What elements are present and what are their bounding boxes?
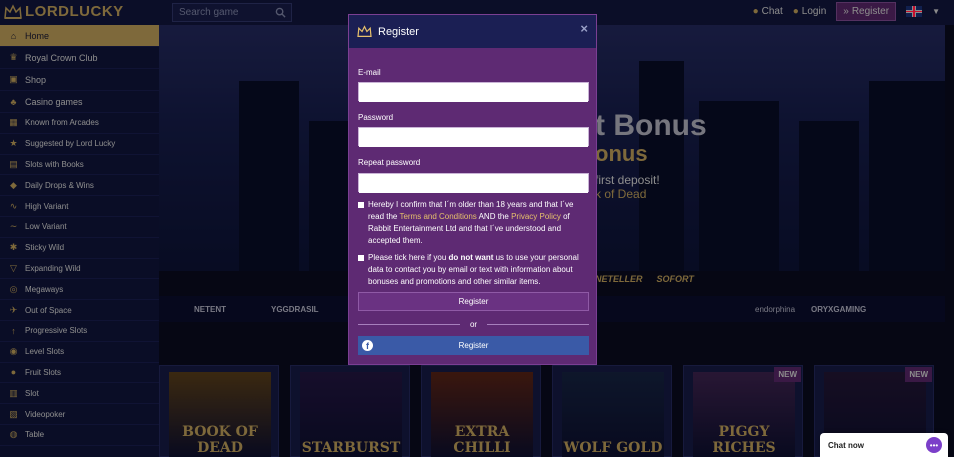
- repeat-password-field-wrap[interactable]: [358, 173, 589, 193]
- modal-header: Register ×: [349, 15, 596, 48]
- optout-text: Please tick here if you do not want us t…: [368, 252, 589, 288]
- email-field-wrap[interactable]: [358, 82, 589, 102]
- facebook-register-label: Register: [458, 341, 489, 350]
- optout-text-prefix: Please tick here if you: [368, 253, 449, 262]
- consent-text: Hereby I confirm that I´m older than 18 …: [368, 199, 589, 247]
- consent-checkbox[interactable]: [358, 202, 364, 208]
- or-label: or: [469, 319, 478, 329]
- repeat-password-field[interactable]: [359, 175, 588, 193]
- optout-checkbox[interactable]: [358, 255, 364, 261]
- register-submit-button[interactable]: Register: [358, 292, 589, 311]
- or-divider: or: [358, 318, 589, 330]
- terms-link[interactable]: Terms and Conditions: [399, 212, 476, 221]
- privacy-link[interactable]: Privacy Policy: [511, 212, 561, 221]
- password-field-wrap[interactable]: [358, 127, 589, 147]
- consent-row: Hereby I confirm that I´m older than 18 …: [358, 199, 589, 247]
- repeat-password-label: Repeat password: [358, 158, 421, 167]
- chat-bubble-icon[interactable]: •••: [926, 437, 942, 453]
- modal-title: Register: [378, 25, 419, 38]
- crown-icon: [357, 25, 372, 37]
- chat-widget[interactable]: Chat now •••: [820, 433, 948, 457]
- consent-text-mid: AND the: [476, 212, 512, 221]
- modal-body: E-mail Password Repeat password Hereby I…: [349, 48, 596, 366]
- chat-widget-label: Chat now: [828, 440, 864, 450]
- optout-text-strong: do not want: [448, 253, 494, 262]
- register-modal: Register × E-mail Password Repeat passwo…: [348, 14, 597, 365]
- email-field[interactable]: [359, 84, 588, 102]
- email-label: E-mail: [358, 68, 381, 77]
- password-label: Password: [358, 113, 394, 122]
- facebook-register-button[interactable]: f Register: [358, 336, 589, 355]
- optout-row: Please tick here if you do not want us t…: [358, 252, 589, 288]
- close-icon[interactable]: ×: [580, 21, 588, 36]
- facebook-icon: f: [362, 340, 373, 351]
- password-field[interactable]: [359, 129, 588, 147]
